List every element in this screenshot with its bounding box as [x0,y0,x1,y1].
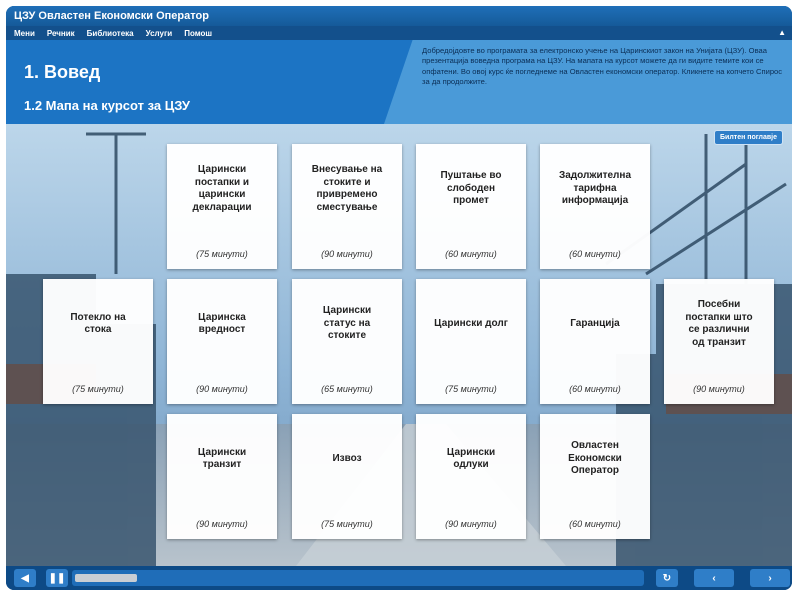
arrow-left-icon: ‹ [712,572,716,584]
card-duration: (75 минути) [196,249,248,259]
glossary-button[interactable]: Билтен поглавје [714,130,784,145]
card-duration: (60 минути) [569,249,621,259]
topic-card-special-procedures[interactable]: Посебни постапки што се различни од тран… [664,279,774,404]
progress-bar[interactable] [72,570,644,586]
card-duration: (60 минути) [445,249,497,259]
card-title: Царински статус на стоките [322,305,372,342]
card-title: Потекло на стока [70,311,126,336]
topic-card-export[interactable]: Извоз (75 минути) [292,414,402,539]
topic-card-customs-debt[interactable]: Царински долг (75 минути) [416,279,526,404]
card-duration: (90 минути) [321,249,373,259]
card-title: Овластен Економски Оператор [568,440,622,477]
topic-card-customs-status[interactable]: Царински статус на стоките (65 минути) [292,279,402,404]
card-title: Царински долг [434,317,508,329]
menu-item-library[interactable]: Библиотека [87,29,134,38]
topic-card-entry-of-goods[interactable]: Внесување на стоките и привремено сместу… [292,144,402,269]
card-title: Царински одлуки [446,446,496,471]
card-duration: (90 минути) [196,519,248,529]
window-title: ЦЗУ Овластен Економски Оператор [6,6,792,26]
card-title: Царинска вредност [198,311,246,336]
topic-card-binding-tariff[interactable]: Задолжителна тарифна информација (60 мин… [540,144,650,269]
progress-fill [75,574,138,582]
previous-button[interactable]: ‹ [694,569,734,587]
card-duration: (75 минути) [321,519,373,529]
port-background: Билтен поглавје Царински постапки и цари… [6,124,792,566]
next-button[interactable]: › [750,569,790,587]
speaker-icon: ◀ [21,572,29,584]
page-title: 1.2 Мапа на курсот за ЦЗУ [24,98,190,113]
replay-button[interactable]: ↻ [656,569,678,587]
card-title: Извоз [332,452,362,464]
card-title: Пуштање во слободен промет [440,170,502,207]
topic-card-customs-procedures[interactable]: Царински постапки и царински декларации … [167,144,277,269]
page-header: 1. Вовед 1.2 Мапа на курсот за ЦЗУ Добре… [6,40,792,124]
card-duration: (75 минути) [72,384,124,394]
pause-icon: ❚❚ [48,572,66,584]
menu-item-menu[interactable]: Мени [14,29,35,38]
pause-button[interactable]: ❚❚ [46,569,68,587]
section-title: 1. Вовед [24,62,101,82]
player-controls: ◀ ❚❚ ↻ ‹ › [6,566,792,590]
card-title: Посебни постапки што се различни од тран… [685,299,753,348]
card-title: Царински постапки и царински декларации [192,164,252,213]
topic-card-guarantee[interactable]: Гаранција (60 минути) [540,279,650,404]
topic-card-free-circulation[interactable]: Пуштање во слободен промет (60 минути) [416,144,526,269]
volume-button[interactable]: ◀ [14,569,36,587]
card-duration: (65 минути) [321,384,373,394]
menu-item-glossary[interactable]: Речник [47,29,75,38]
topic-card-aeo[interactable]: Овластен Економски Оператор (60 минути) [540,414,650,539]
card-title: Задолжителна тарифна информација [558,170,632,207]
card-duration: (90 минути) [693,384,745,394]
arrow-right-icon: › [768,572,772,584]
menu-item-help[interactable]: Помош [184,29,212,38]
topic-card-customs-decisions[interactable]: Царински одлуки (90 минути) [416,414,526,539]
replay-icon: ↻ [662,572,672,584]
menu-bar: Мени Речник Библиотека Услуги Помош ▲ [6,26,792,40]
card-duration: (60 минути) [569,519,621,529]
topic-card-origin[interactable]: Потекло на стока (75 минути) [43,279,153,404]
card-duration: (90 минути) [445,519,497,529]
card-title: Царински транзит [197,446,247,471]
course-window: ЦЗУ Овластен Економски Оператор Мени Реч… [6,6,792,590]
card-duration: (90 минути) [196,384,248,394]
topic-card-customs-transit[interactable]: Царински транзит (90 минути) [167,414,277,539]
menu-expand-icon[interactable]: ▲ [778,26,786,40]
card-title: Внесување на стоките и привремено сместу… [311,164,383,213]
intro-text: Добредојдовте во програмата за електронс… [422,46,783,87]
topic-card-customs-value[interactable]: Царинска вредност (90 минути) [167,279,277,404]
card-duration: (60 минути) [569,384,621,394]
card-duration: (75 минути) [445,384,497,394]
menu-item-services[interactable]: Услуги [146,29,173,38]
card-title: Гаранција [570,317,620,329]
